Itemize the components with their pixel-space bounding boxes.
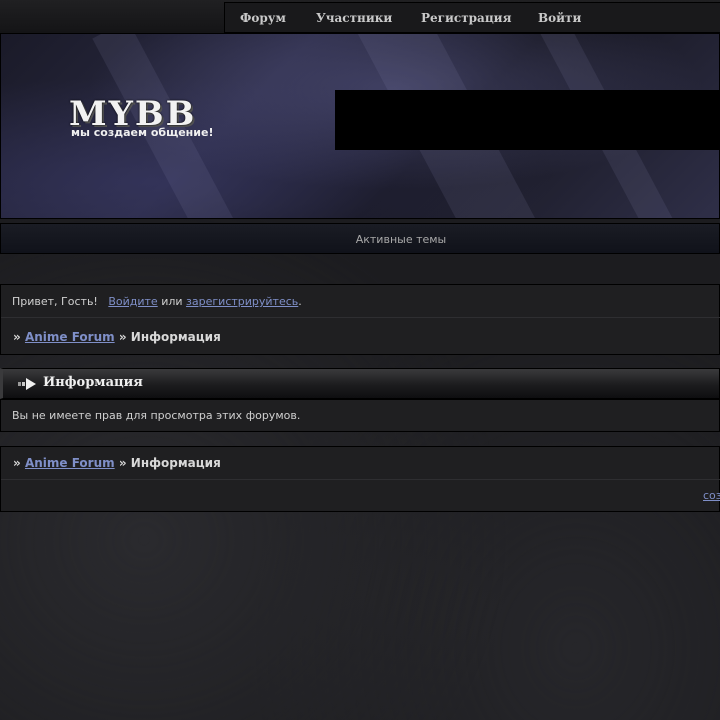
section-title: Информация: [43, 375, 143, 390]
greeting-text: Привет, Гость!: [12, 295, 98, 308]
breadcrumb: » Anime Forum » Информация: [13, 330, 221, 344]
breadcrumb-separator: »: [118, 456, 127, 470]
or-text: или: [161, 295, 183, 308]
bottom-panel: » Anime Forum » Информация соз: [0, 446, 720, 512]
nav-menu: Форум Участники Регистрация Войти: [224, 2, 720, 33]
breadcrumb-forum-link[interactable]: Anime Forum: [25, 456, 115, 470]
forum-logo[interactable]: MYBB мы создаем общение!: [67, 94, 214, 146]
breadcrumb-separator: »: [13, 330, 21, 344]
message-panel: Вы не имеете прав для просмотра этих фор…: [0, 399, 720, 432]
breadcrumb-forum-link[interactable]: Anime Forum: [25, 330, 115, 344]
logo-slogan: мы создаем общение!: [71, 126, 214, 139]
bottom-breadcrumb-row: » Anime Forum » Информация: [1, 447, 720, 480]
breadcrumb-separator: »: [118, 330, 127, 344]
active-topics-bar: Активные темы: [0, 223, 720, 254]
period-text: .: [298, 295, 302, 308]
login-link[interactable]: Войдите: [108, 295, 157, 308]
breadcrumb: » Anime Forum » Информация: [13, 456, 221, 470]
breadcrumb-separator: »: [13, 456, 21, 470]
welcome-panel: Привет, Гость! Войдите или зарегистрируй…: [0, 284, 720, 355]
nav-login-link[interactable]: Войти: [538, 11, 581, 25]
nav-members-link[interactable]: Участники: [316, 11, 392, 25]
nav-register-link[interactable]: Регистрация: [421, 11, 511, 25]
forum-header: MYBB мы создаем общение!: [0, 33, 720, 219]
active-topics-link[interactable]: Активные темы: [1, 233, 720, 246]
arrow-right-icon: [18, 378, 36, 390]
permission-message: Вы не имеете прав для просмотра этих фор…: [12, 409, 301, 422]
register-link[interactable]: зарегистрируйтесь: [186, 295, 298, 308]
nav-forum-link[interactable]: Форум: [240, 11, 286, 25]
welcome-text: Привет, Гость! Войдите или зарегистрируй…: [12, 295, 302, 308]
header-banner: [335, 90, 719, 150]
footer-create-link[interactable]: соз: [703, 489, 720, 502]
welcome-row: Привет, Гость! Войдите или зарегистрируй…: [1, 285, 720, 318]
top-navigation: Форум Участники Регистрация Войти: [0, 0, 720, 34]
breadcrumb-current: Информация: [130, 456, 221, 470]
section-header: Информация: [0, 368, 720, 399]
breadcrumb-current: Информация: [130, 330, 221, 344]
